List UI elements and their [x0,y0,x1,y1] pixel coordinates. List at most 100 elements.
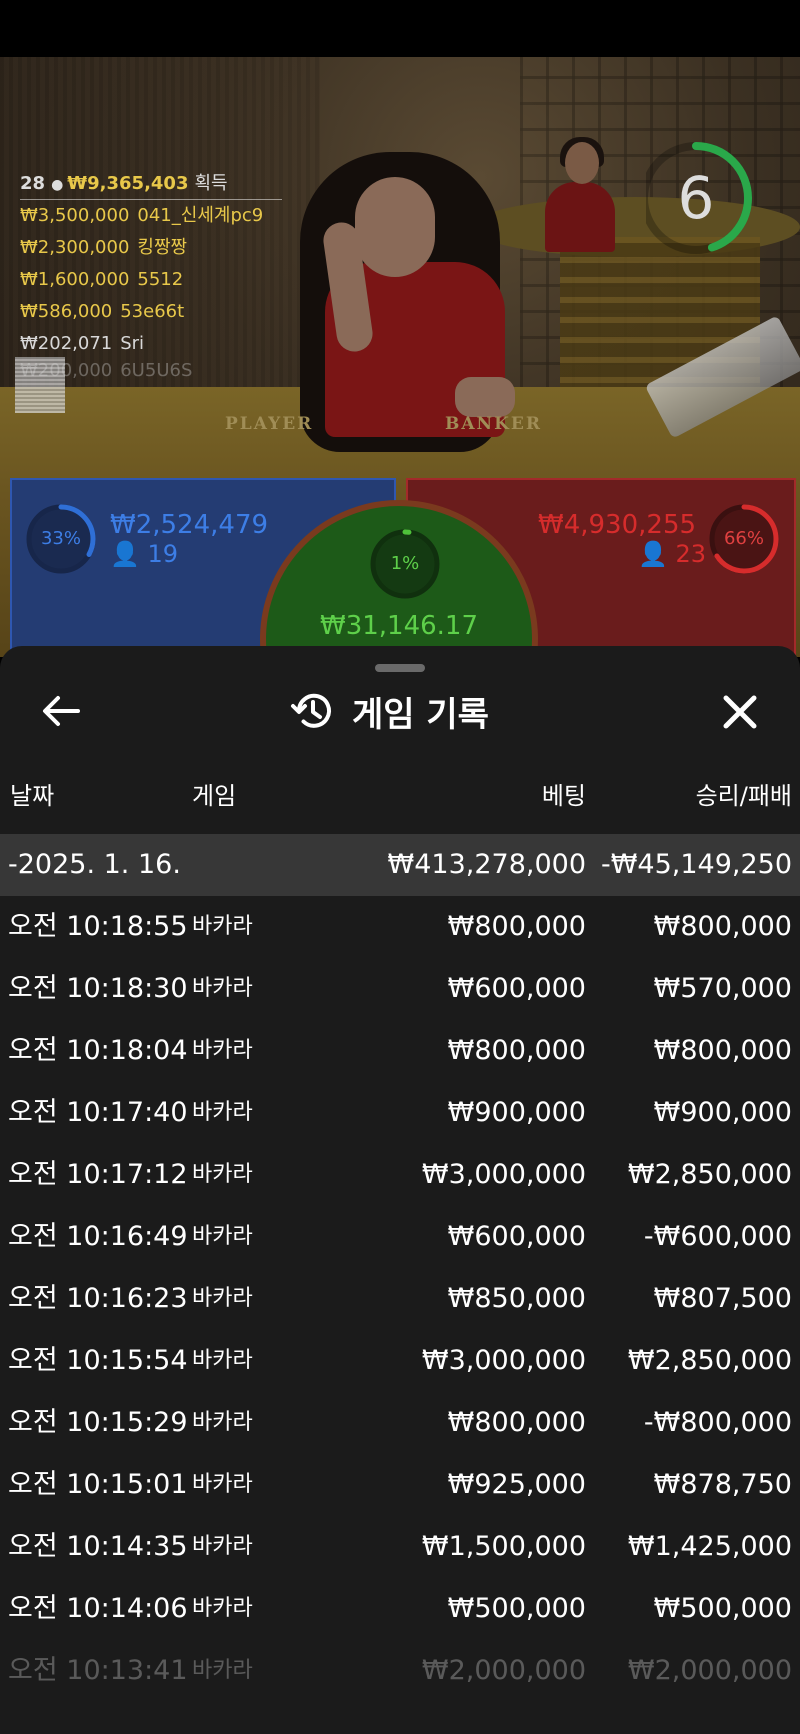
table-row[interactable]: 오전 10:14:35 바카라 ₩1,500,000 ₩1,425,000 [0,1516,800,1578]
table-row[interactable]: 오전 10:16:49 바카라 ₩600,000 -₩600,000 [0,1206,800,1268]
row-game: 바카라 [192,1534,253,1559]
table-row[interactable]: 오전 10:15:01 바카라 ₩925,000 ₩878,750 [0,1454,800,1516]
table-row[interactable]: 오전 10:15:29 바카라 ₩800,000 -₩800,000 [0,1392,800,1454]
winner-item: ₩3,500,000 041_신세계pc9 [20,200,282,232]
banker-count-value: 23 [675,540,707,568]
winner-amount: ₩200,000 [20,360,113,381]
game-history-sheet: 게임 기록 날짜 게임 베팅 승리/패배 -2025. 1. 16. ₩413,… [0,646,800,1734]
winner-amount: ₩586,000 [20,301,113,322]
row-time: 오전 10:14:06 [8,1593,188,1624]
table-row[interactable]: 오전 10:17:12 바카라 ₩3,000,000 ₩2,850,000 [0,1144,800,1206]
row-result: -₩800,000 [643,1407,792,1438]
player-bet-amount: ₩2,524,479 [110,510,269,540]
countdown-timer: 6 [640,137,768,259]
table-row[interactable]: 오전 10:18:30 바카라 ₩600,000 ₩570,000 [0,958,800,1020]
row-time: 오전 10:17:40 [8,1097,188,1128]
row-bet: ₩2,000,000 [421,1655,586,1686]
history-rows: 오전 10:18:55 바카라 ₩800,000 ₩800,000 오전 10:18:3… [0,896,800,1702]
user-icon: 👤 [638,540,668,568]
tie-percent: 1% [390,553,420,574]
row-result: ₩800,000 [653,911,792,942]
table-row[interactable]: 오전 10:14:06 바카라 ₩500,000 ₩500,000 [0,1578,800,1640]
status-bar [0,0,800,57]
dealer-face [355,177,435,277]
winner-name: 6U5U6S [120,360,193,381]
row-result: ₩2,850,000 [627,1345,792,1376]
winner-item: ₩1,600,000 5512 [20,264,282,296]
row-bet: ₩3,000,000 [421,1159,586,1190]
player-percent-ring: 33% [25,503,97,575]
row-result: ₩1,425,000 [627,1531,792,1562]
group-bet-total: ₩413,278,000 [387,849,586,880]
history-icon [291,693,331,728]
banker-percent: 66% [723,528,764,549]
row-bet: ₩600,000 [447,973,586,1004]
back-button[interactable] [38,688,84,734]
row-bet: ₩925,000 [447,1469,586,1500]
row-bet: ₩600,000 [447,1221,586,1252]
winners-count: 28 [20,173,46,194]
player-percent: 33% [40,528,81,549]
table-row[interactable]: 오전 10:18:04 바카라 ₩800,000 ₩800,000 [0,1020,800,1082]
row-time: 오전 10:17:12 [8,1159,188,1190]
winner-item: ₩200,000 6U5U6S [20,360,282,382]
row-time: 오전 10:15:29 [8,1407,188,1438]
winners-list: 28 ● ₩9,365,403 획득 ₩3,500,000 041_신세계pc9 ₩2,… [20,169,282,382]
winner-item: ₩202,071 Sri [20,328,282,360]
winner-item: ₩586,000 53e66t [20,296,282,328]
row-time: 오전 10:16:23 [8,1283,188,1314]
arrow-left-icon [43,696,80,726]
winner-name: 킹짱짱 [137,237,188,258]
table-row[interactable]: 오전 10:17:40 바카라 ₩900,000 ₩900,000 [0,1082,800,1144]
row-time: 오전 10:15:54 [8,1345,188,1376]
sheet-drag-handle[interactable] [375,664,425,672]
second-dealer-head [565,142,599,184]
row-time: 오전 10:18:30 [8,973,188,1004]
user-icon: ● [51,177,64,193]
banker-percent-ring: 66% [708,503,780,575]
row-result: ₩807,500 [653,1283,792,1314]
row-time: 오전 10:13:41 [8,1655,188,1686]
sheet-header: 게임 기록 [290,686,489,736]
table-row[interactable]: 오전 10:15:54 바카라 ₩3,000,000 ₩2,850,000 [0,1330,800,1392]
column-header-bet: 베팅 [541,782,586,810]
dealer-hand [455,377,515,417]
player-count: 👤 19 [110,540,178,568]
row-game: 바카라 [192,1286,253,1311]
row-time: 오전 10:18:04 [8,1035,188,1066]
winners-total: ₩9,365,403 [67,173,189,194]
user-icon: 👤 [110,540,140,568]
row-game: 바카라 [192,1472,253,1497]
winners-header: 28 ● ₩9,365,403 획득 [20,169,282,200]
row-game: 바카라 [192,976,253,1001]
table-player-label: PLAYER [225,414,314,434]
row-bet: ₩900,000 [447,1097,586,1128]
tie-percent-ring: 1% [369,528,441,600]
row-result: ₩500,000 [653,1593,792,1624]
column-header-date: 날짜 [10,782,55,810]
row-bet: ₩500,000 [447,1593,586,1624]
row-time: 오전 10:15:01 [8,1469,188,1500]
row-result: -₩600,000 [643,1221,792,1252]
row-game: 바카라 [192,914,253,939]
tie-bet-amount: ₩31,146.17 [319,611,479,641]
group-date: -2025. 1. 16. [8,849,181,880]
row-bet: ₩1,500,000 [421,1531,586,1562]
row-result: ₩570,000 [653,973,792,1004]
date-group-row[interactable]: -2025. 1. 16. ₩413,278,000 -₩45,149,250 [0,834,800,896]
row-result: ₩878,750 [653,1469,792,1500]
row-result: ₩800,000 [653,1035,792,1066]
close-button[interactable] [716,688,764,736]
column-header-result: 승리/패배 [695,782,792,810]
table-row[interactable]: 오전 10:13:41 바카라 ₩2,000,000 ₩2,000,000 [0,1640,800,1702]
player-count-value: 19 [147,540,179,568]
row-game: 바카라 [192,1658,253,1683]
table-banker-label: BANKER [445,414,542,434]
table-row[interactable]: 오전 10:16:23 바카라 ₩850,000 ₩807,500 [0,1268,800,1330]
table-row[interactable]: 오전 10:18:55 바카라 ₩800,000 ₩800,000 [0,896,800,958]
winner-name: 041_신세계pc9 [137,205,264,226]
row-time: 오전 10:14:35 [8,1531,188,1562]
banker-bet-amount: ₩4,930,255 [538,510,697,540]
winner-name: 53e66t [120,301,185,322]
row-game: 바카라 [192,1596,253,1621]
